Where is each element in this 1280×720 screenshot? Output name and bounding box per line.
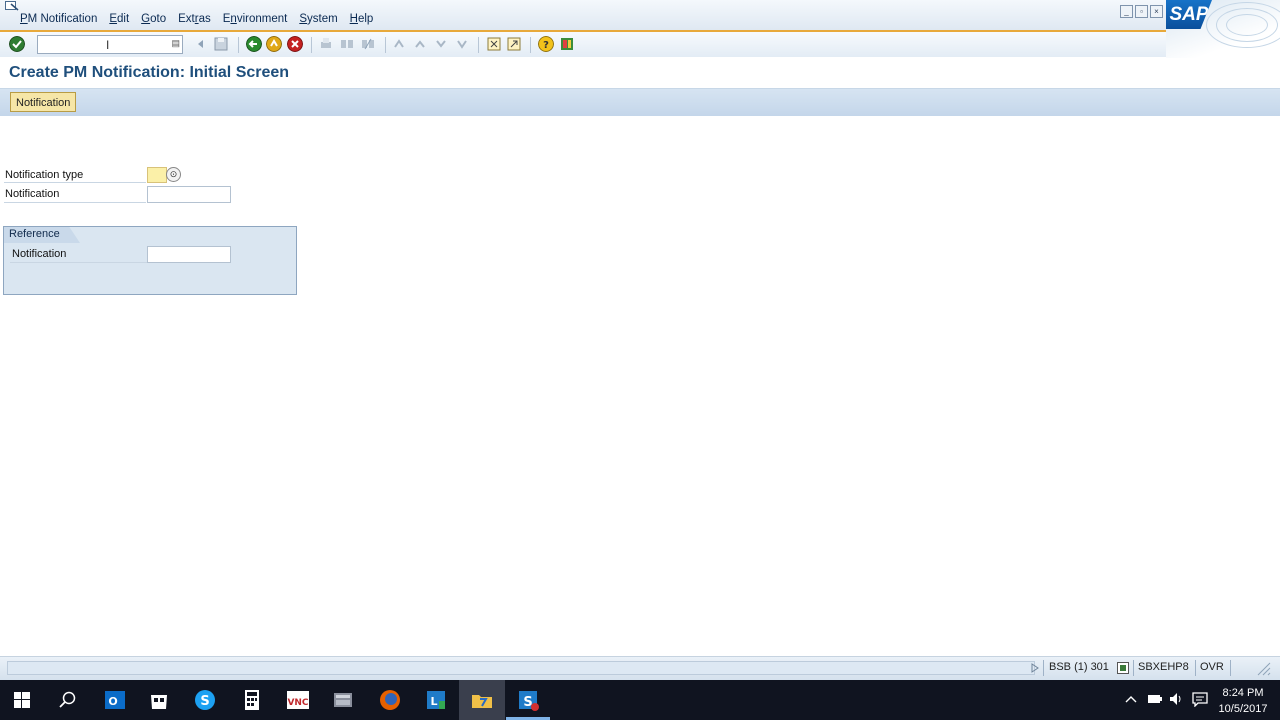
menu-item-2[interactable]: Goto (135, 13, 172, 25)
status-message-area (7, 661, 1035, 675)
menu-item-3[interactable]: Extras (172, 13, 217, 25)
menu-item-6[interactable]: Help (344, 13, 380, 25)
outlook-icon[interactable]: O (101, 686, 129, 714)
clock-time[interactable]: 8:24 PM (1218, 687, 1268, 699)
standard-toolbar: ▤ I ? (0, 30, 1166, 57)
menu-item-4[interactable]: Environment (217, 13, 294, 25)
file-explorer-icon[interactable] (468, 686, 496, 714)
customize-layout-icon[interactable] (560, 37, 574, 51)
volume-icon[interactable] (1168, 692, 1184, 706)
system-info: BSB (1) 301 (1049, 661, 1109, 673)
windows-start-icon[interactable] (14, 692, 30, 708)
store-icon[interactable] (145, 686, 173, 714)
new-session-icon[interactable] (487, 37, 501, 51)
value-help-icon[interactable]: ⊙ (166, 167, 181, 182)
status-bar: BSB (1) 301 SBXEHP8 OVR (0, 656, 1280, 680)
work-area: Notification type ⊙ Notification Referen… (0, 116, 1280, 656)
menu-item-text: oto (150, 13, 167, 25)
notification-type-field[interactable] (147, 167, 167, 183)
firefox-icon[interactable] (376, 686, 404, 714)
battery-icon[interactable] (1147, 693, 1163, 705)
windows-explorer-icon[interactable] (329, 686, 357, 714)
window-controls: _ ▫ × (1120, 5, 1163, 18)
svg-text:O: O (108, 695, 117, 708)
clock-date[interactable]: 10/5/2017 (1216, 703, 1270, 715)
server-info: SBXEHP8 (1138, 661, 1189, 673)
close-icon[interactable]: × (1150, 5, 1163, 18)
restore-icon[interactable]: ▫ (1135, 5, 1148, 18)
shortcut-icon[interactable] (507, 37, 521, 51)
status-expand-icon[interactable] (1031, 663, 1039, 673)
system-info-list-icon[interactable] (1117, 662, 1129, 674)
svg-text:?: ? (543, 40, 549, 51)
find-icon[interactable] (340, 37, 354, 51)
vnc-viewer-icon[interactable]: VNC (284, 686, 312, 714)
svg-text:VNC: VNC (287, 698, 308, 708)
show-hidden-icons-icon[interactable] (1124, 694, 1138, 704)
application-toolbar: Notification (0, 89, 1280, 116)
cancel-icon[interactable] (287, 36, 303, 52)
help-icon[interactable]: ? (538, 36, 554, 52)
back-icon[interactable] (246, 36, 262, 52)
command-field[interactable]: ▤ (37, 35, 183, 54)
reference-notification-field[interactable] (147, 246, 231, 263)
save-icon[interactable] (214, 37, 228, 51)
text-cursor-icon: I (106, 38, 110, 52)
menu-item-5[interactable]: System (293, 13, 343, 25)
menu-item-mnemonic: E (109, 13, 118, 25)
title-bar: Create PM Notification: Initial Screen (0, 58, 1280, 89)
minimize-icon[interactable]: _ (1120, 5, 1133, 18)
menu-item-text: as (198, 13, 211, 25)
page-title: Create PM Notification: Initial Screen (9, 64, 290, 81)
reference-group: Reference Notification (3, 226, 297, 295)
menu-item-text: vironment (236, 13, 288, 25)
svg-text:S: S (200, 694, 209, 709)
notification-button[interactable]: Notification (10, 92, 77, 112)
menu-item-mnemonic: P (20, 13, 28, 25)
menu-item-mnemonic: S (299, 13, 307, 25)
sap-gui-icon[interactable]: S (514, 686, 542, 714)
skype-icon[interactable]: S (191, 686, 219, 714)
enter-icon[interactable] (9, 36, 25, 52)
menu-item-text: ystem (307, 13, 338, 25)
menu-list: PM Notification Edit Goto Extras Environment… (14, 13, 379, 25)
next-page-icon[interactable] (434, 37, 448, 51)
resize-grip-icon[interactable] (1256, 662, 1272, 676)
reference-group-title: Reference (9, 228, 60, 240)
system-menu-icon[interactable] (5, 1, 19, 11)
action-center-icon[interactable] (1192, 692, 1208, 707)
command-input[interactable] (38, 36, 168, 53)
windows-taskbar: O S VNC L S 8:24 PM 10/5/2017 (0, 680, 1280, 720)
command-history-icon[interactable]: ▤ (171, 38, 180, 49)
notification-field[interactable] (147, 186, 231, 203)
last-page-icon[interactable] (455, 37, 469, 51)
calculator-icon[interactable] (238, 686, 266, 714)
collapse-command-icon[interactable] (194, 37, 208, 51)
search-icon[interactable] (59, 691, 77, 709)
notification-type-label: Notification type (5, 169, 84, 181)
menu-item-text: M Notification (27, 13, 98, 25)
sap-logo-area: SAP (1166, 0, 1280, 58)
insert-mode[interactable]: OVR (1200, 661, 1224, 673)
svg-text:L: L (430, 695, 437, 708)
find-next-icon[interactable] (361, 37, 375, 51)
menu-item-text: Ext (178, 13, 195, 25)
notification-label: Notification (5, 188, 60, 200)
exit-icon[interactable] (266, 36, 282, 52)
sap-logon-icon[interactable]: L (422, 686, 450, 714)
first-page-icon[interactable] (392, 37, 406, 51)
menu-item-text: elp (357, 13, 374, 25)
previous-page-icon[interactable] (413, 37, 427, 51)
menu-item-text: dit (117, 13, 130, 25)
menu-item-0[interactable]: PM Notification (14, 13, 103, 25)
menu-bar: PM Notification Edit Goto Extras Environment… (0, 0, 1280, 58)
menu-item-mnemonic: H (349, 13, 358, 25)
menu-item-1[interactable]: Edit (103, 13, 135, 25)
reference-notification-label: Notification (12, 248, 67, 260)
print-icon[interactable] (319, 37, 333, 51)
menu-item-mnemonic: G (141, 13, 151, 25)
